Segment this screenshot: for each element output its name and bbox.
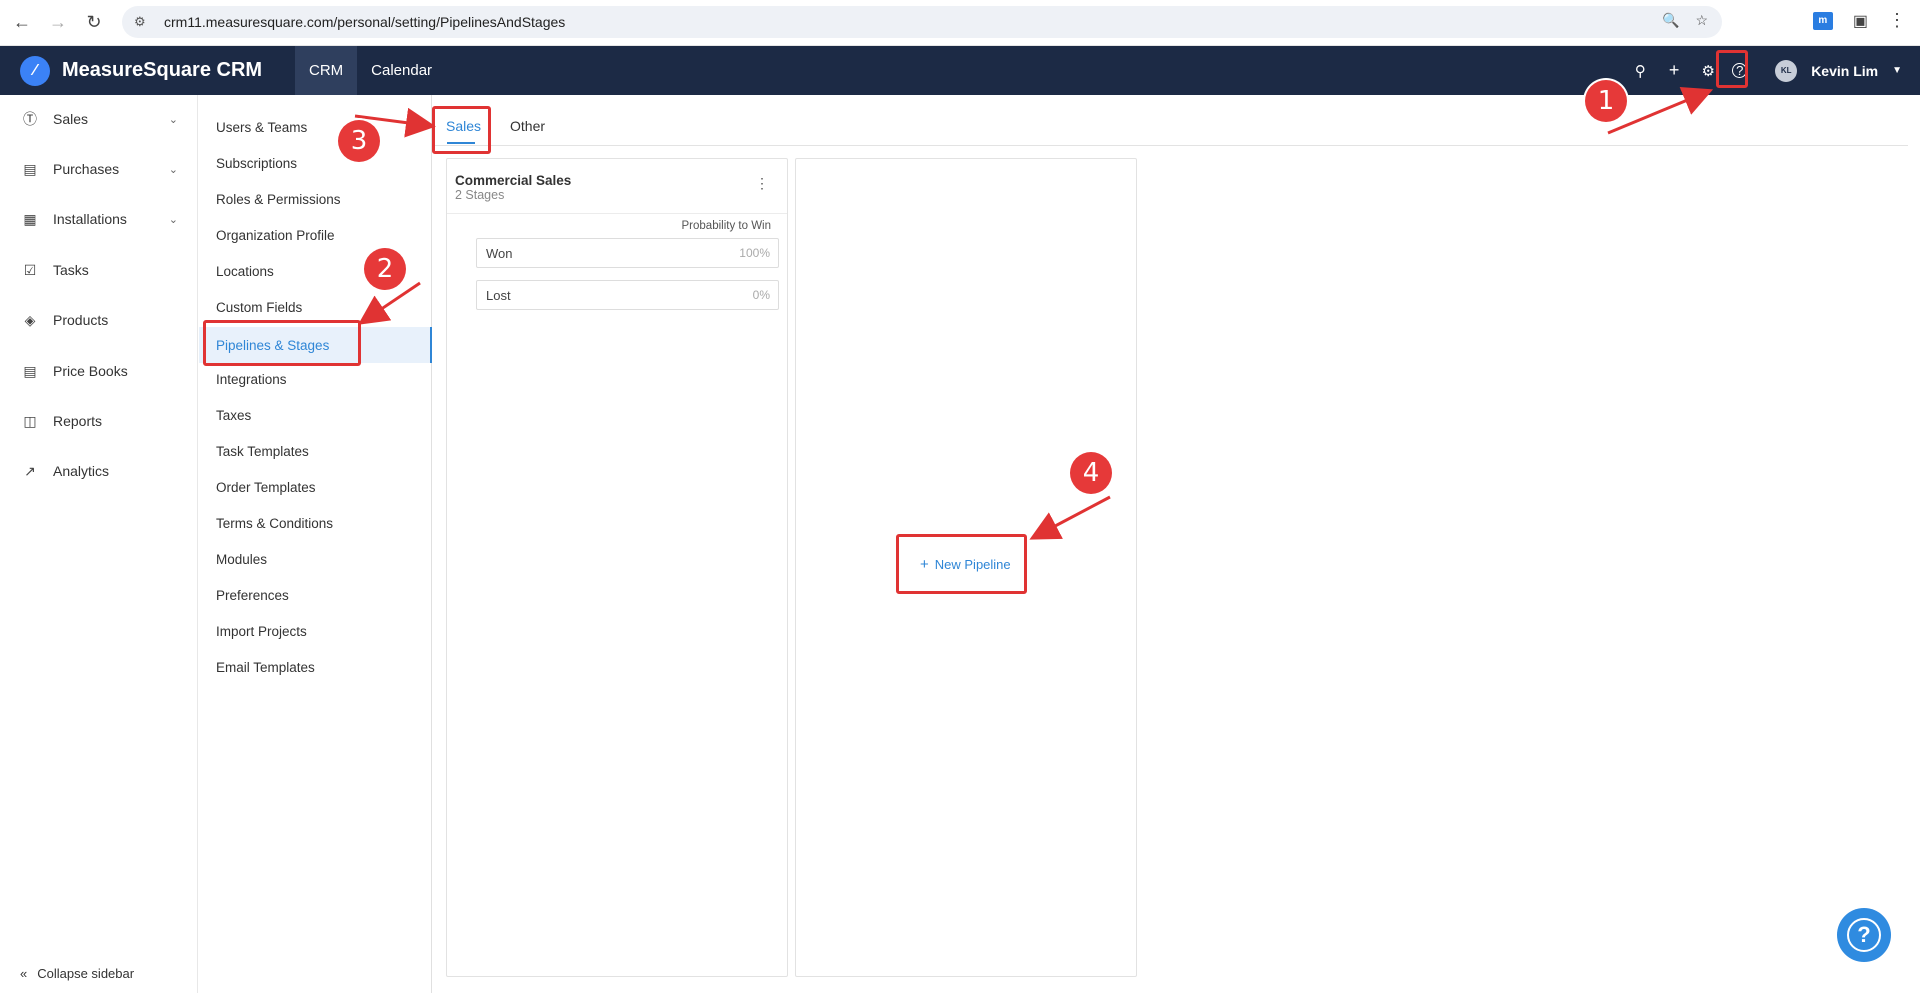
sidebar-item-label: Installations (53, 211, 127, 227)
settings-item-preferences[interactable]: Preferences (199, 577, 432, 613)
stage-name: Lost (486, 288, 511, 303)
purchases-icon: ▤ (23, 160, 37, 177)
chevron-down-icon[interactable]: ⌄ (169, 163, 178, 176)
sidebar-item-sales[interactable]: Ⓣ Sales ⌄ (0, 99, 198, 139)
double-chevron-left-icon: « (20, 966, 28, 981)
annotation-box-settings (1716, 50, 1748, 88)
sidebar-item-installations[interactable]: ▦ Installations ⌄ (0, 199, 198, 239)
annotation-box-pipelines (203, 320, 361, 366)
app-logo[interactable]: ∕ MeasureSquare CRM (20, 55, 295, 86)
sidebar-item-label: Reports (53, 413, 103, 429)
help-fab-button[interactable]: ? (1837, 908, 1891, 962)
analytics-icon: ↗ (24, 462, 36, 479)
settings-item-email-templates[interactable]: Email Templates (199, 649, 432, 685)
browser-toolbar: ← → ↻ ⚙ crm11.measuresquare.com/personal… (0, 0, 1920, 46)
tab-calendar[interactable]: Calendar (357, 46, 446, 95)
stage-probability: 0% (752, 288, 770, 302)
pipeline-title: Commercial Sales (455, 173, 572, 188)
site-info-icon[interactable]: ⚙ (134, 14, 154, 30)
user-menu-caret-icon[interactable]: ▼ (1892, 65, 1902, 76)
annotation-box-sales-tab (432, 106, 491, 154)
sidebar-item-label: Analytics (53, 463, 110, 479)
url-text: crm11.measuresquare.com/personal/setting… (164, 14, 566, 30)
user-name[interactable]: Kevin Lim (1811, 63, 1878, 79)
avatar[interactable]: KL (1775, 59, 1798, 82)
sidebar-item-price-books[interactable]: ▤ Price Books (0, 351, 198, 391)
chevron-down-icon[interactable]: ⌄ (169, 113, 178, 126)
sidebar-item-reports[interactable]: ◫ Reports (0, 401, 198, 441)
browser-menu-icon[interactable]: ⋮ (1888, 10, 1906, 31)
tab-crm[interactable]: CRM (295, 46, 358, 95)
book-icon: ▤ (23, 362, 37, 379)
pipeline-card: Commercial Sales 2 Stages ⋮ Probability … (446, 158, 788, 977)
stage-probability: 100% (739, 246, 770, 260)
sidebar-item-label: Price Books (53, 363, 128, 379)
collapse-sidebar-label: Collapse sidebar (37, 966, 135, 981)
settings-item-task-templates[interactable]: Task Templates (199, 433, 432, 469)
probability-label: Probability to Win (681, 220, 771, 232)
settings-item-order-templates[interactable]: Order Templates (199, 469, 432, 505)
dollar-icon: Ⓣ (23, 111, 37, 127)
help-icon: ? (1847, 918, 1881, 952)
settings-item-subscriptions[interactable]: Subscriptions (199, 145, 432, 181)
annotation-box-new-pipeline (896, 534, 1027, 594)
settings-item-users-teams[interactable]: Users & Teams (199, 109, 432, 145)
main-sidebar: Ⓣ Sales ⌄ ▤ Purchases ⌄ ▦ Installations … (0, 95, 198, 993)
sidebar-item-tasks[interactable]: ☑ Tasks (0, 250, 198, 290)
settings-item-taxes[interactable]: Taxes (199, 397, 432, 433)
app-header: ∕ MeasureSquare CRM CRM Calendar ⚲ + ⚙ ?… (0, 46, 1920, 95)
reports-icon: ◫ (23, 412, 37, 429)
extensions-puzzle-icon[interactable]: ▣ (1853, 11, 1868, 31)
sidebar-item-products[interactable]: ◈ Products (0, 300, 198, 340)
stage-row-lost[interactable]: Lost 0% (476, 280, 779, 310)
settings-item-organization-profile[interactable]: Organization Profile (199, 217, 432, 253)
annotation-badge-2: 2 (364, 248, 406, 290)
box-icon: ◈ (24, 311, 36, 328)
pipeline-stage-count: 2 Stages (455, 188, 505, 202)
tasks-icon: ☑ (23, 261, 37, 278)
back-icon[interactable]: ← (4, 4, 40, 40)
annotation-badge-1: 1 (1585, 80, 1627, 122)
stage-row-won[interactable]: Won 100% (476, 238, 779, 268)
logo-icon: ∕ (20, 55, 50, 86)
settings-item-import-projects[interactable]: Import Projects (199, 613, 432, 649)
forward-icon[interactable]: → (40, 4, 76, 40)
reload-icon[interactable]: ↻ (76, 4, 112, 40)
tab-other[interactable]: Other (510, 118, 545, 134)
sidebar-item-label: Tasks (53, 262, 89, 278)
sidebar-item-label: Purchases (53, 161, 120, 177)
sidebar-item-label: Products (53, 312, 109, 328)
sidebar-item-analytics[interactable]: ↗ Analytics (0, 451, 198, 491)
pipeline-tabs: Sales Other (432, 110, 1908, 146)
settings-menu: Users & Teams Subscriptions Roles & Perm… (199, 95, 432, 993)
settings-item-terms-conditions[interactable]: Terms & Conditions (199, 505, 432, 541)
annotation-badge-4: 4 (1070, 452, 1112, 494)
settings-item-modules[interactable]: Modules (199, 541, 432, 577)
measuresquare-extension-icon[interactable]: m (1812, 11, 1833, 30)
zoom-icon[interactable]: 🔍 (1662, 12, 1679, 29)
add-icon[interactable]: + (1664, 60, 1684, 81)
search-icon[interactable]: ⚲ (1630, 61, 1650, 81)
bookmark-star-icon[interactable]: ☆ (1695, 12, 1708, 29)
settings-item-integrations[interactable]: Integrations (199, 361, 432, 397)
annotation-badge-3: 3 (338, 120, 380, 162)
chevron-down-icon[interactable]: ⌄ (169, 213, 178, 226)
more-vertical-icon[interactable]: ⋮ (755, 175, 769, 192)
installations-icon: ▦ (23, 210, 37, 227)
settings-item-roles-permissions[interactable]: Roles & Permissions (199, 181, 432, 217)
divider (447, 213, 787, 214)
app-name: MeasureSquare CRM (62, 59, 263, 81)
sidebar-item-label: Sales (53, 111, 89, 127)
sidebar-item-purchases[interactable]: ▤ Purchases ⌄ (0, 149, 198, 189)
stage-name: Won (486, 246, 513, 261)
address-bar[interactable]: ⚙ crm11.measuresquare.com/personal/setti… (122, 6, 1722, 38)
collapse-sidebar-button[interactable]: « Collapse sidebar (20, 966, 134, 981)
